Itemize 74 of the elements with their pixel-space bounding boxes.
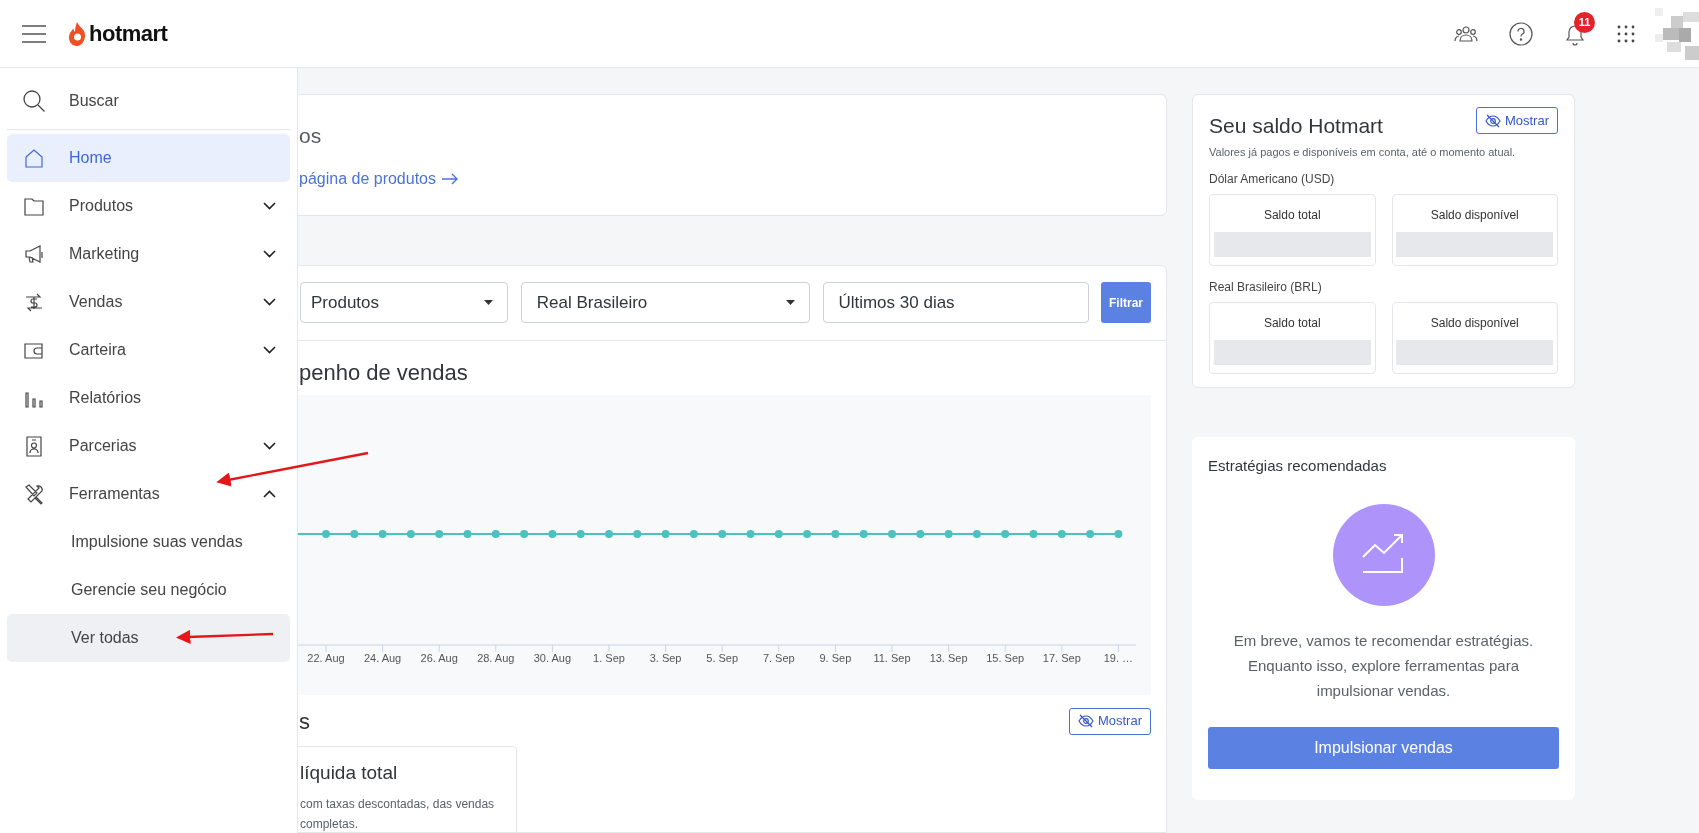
axis-label: 3. Sep bbox=[649, 652, 682, 664]
filter-button[interactable]: Filtrar bbox=[1101, 282, 1151, 323]
axis-label: 13. Sep bbox=[929, 652, 968, 664]
search-item[interactable]: Buscar bbox=[0, 68, 297, 128]
strategies-message: Em breve, vamos te recomendar estratégias. Enquanto isso, explore ferramentas para impulsionar vendas. bbox=[1232, 630, 1535, 701]
axis-label: 5. Sep bbox=[706, 652, 739, 664]
product-select[interactable]: Produtos bbox=[300, 282, 508, 323]
boost-sales-button[interactable]: Impulsionar vendas bbox=[1208, 726, 1559, 769]
axis-label: 19. … bbox=[1103, 652, 1134, 664]
card-title: líquida total bbox=[300, 761, 399, 785]
search-icon bbox=[23, 90, 45, 112]
nav-item[interactable]: Parcerias bbox=[7, 422, 290, 470]
nav-item[interactable]: Ferramentas bbox=[7, 470, 290, 518]
axis-label: 24. Aug bbox=[363, 652, 402, 664]
chevron-icon bbox=[263, 490, 276, 498]
axis-label: 17. Sep bbox=[1042, 652, 1081, 664]
period-field[interactable]: Últimos 30 dias bbox=[823, 282, 1090, 323]
home-icon bbox=[23, 147, 45, 169]
axis-label: 22. Aug bbox=[307, 652, 345, 664]
eye-slash-icon bbox=[1077, 714, 1094, 728]
show-button[interactable]: Mostrar bbox=[1068, 707, 1151, 735]
eye-slash-icon bbox=[1484, 113, 1501, 128]
megaphone-icon bbox=[23, 243, 45, 265]
nav-item[interactable]: Vendas bbox=[7, 278, 290, 326]
flame-icon bbox=[69, 21, 86, 46]
trend-chart-icon bbox=[1332, 503, 1435, 606]
chevron-icon bbox=[263, 298, 276, 306]
currency-select[interactable]: Real Brasileiro bbox=[520, 282, 811, 323]
products-page-link[interactable]: página de produtos bbox=[299, 167, 436, 191]
card-title: os bbox=[299, 123, 323, 149]
apps-grid-icon[interactable] bbox=[1617, 24, 1635, 43]
currency-label: Real Brasileiro (BRL) bbox=[1209, 279, 1323, 296]
balance-label: Saldo total bbox=[1263, 315, 1321, 332]
axis-label: 7. Sep bbox=[762, 652, 795, 664]
axis-label: 11. Sep bbox=[873, 652, 911, 664]
axis-label: 30. Aug bbox=[533, 652, 572, 664]
card-subtitle: Valores já pagos e disponíveis em conta, até o momento atual. bbox=[1209, 144, 1517, 160]
card-title: Seu saldo Hotmart bbox=[1209, 113, 1383, 139]
balance-label: Saldo disponível bbox=[1430, 315, 1519, 332]
submenu-item[interactable]: Ver todas bbox=[7, 614, 290, 662]
menu-icon[interactable] bbox=[22, 24, 46, 43]
axis-label: 28. Aug bbox=[477, 652, 515, 664]
caret-icon bbox=[483, 300, 493, 305]
logo-text: hotmart bbox=[89, 20, 168, 48]
tools-icon bbox=[23, 483, 45, 505]
chevron-icon bbox=[263, 202, 276, 210]
chevron-icon bbox=[263, 442, 276, 450]
chevron-icon bbox=[263, 250, 276, 258]
card-title: Estratégias recomendadas bbox=[1208, 456, 1387, 476]
axis-label: 1. Sep bbox=[593, 652, 625, 664]
nav-item[interactable]: Home bbox=[7, 134, 290, 182]
chevron-icon bbox=[263, 346, 276, 354]
notification-badge: 11 bbox=[1574, 11, 1595, 33]
help-icon[interactable] bbox=[1509, 21, 1533, 46]
currency-label: Dólar Americano (USD) bbox=[1209, 171, 1336, 188]
nav-item[interactable]: Relatórios bbox=[7, 374, 290, 422]
people-icon[interactable] bbox=[1454, 25, 1478, 42]
card-description: com taxas descontadas, das vendas completas. bbox=[300, 795, 496, 833]
chart-title: penho de vendas bbox=[298, 360, 469, 386]
nav-item[interactable]: Produtos bbox=[7, 182, 290, 230]
folder-icon bbox=[23, 195, 45, 217]
section-title: s bbox=[298, 707, 310, 736]
axis-label: 9. Sep bbox=[819, 652, 852, 664]
axis-label: 26. Aug bbox=[420, 652, 458, 664]
show-button[interactable]: Mostrar bbox=[1475, 107, 1558, 134]
axis-label: 15. Sep bbox=[986, 652, 1025, 664]
balance-label: Saldo disponível bbox=[1430, 207, 1519, 224]
caret-icon bbox=[786, 300, 796, 305]
nav-item[interactable]: Marketing bbox=[7, 230, 290, 278]
exchange-icon bbox=[23, 291, 45, 313]
nav-item[interactable]: Carteira bbox=[7, 326, 290, 374]
arrow-right-icon[interactable] bbox=[442, 173, 458, 185]
balance-label: Saldo total bbox=[1263, 207, 1321, 224]
id-badge-icon bbox=[23, 435, 45, 457]
